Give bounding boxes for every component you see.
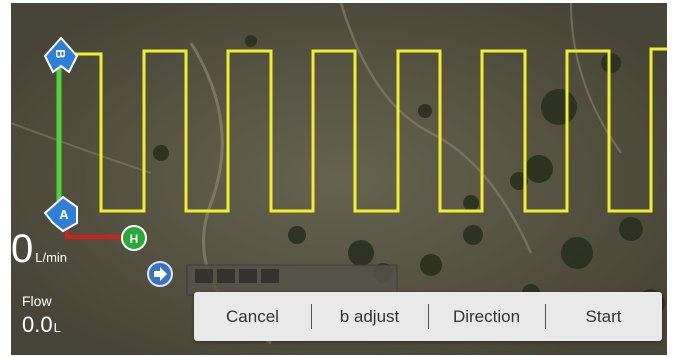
marker-a-label: A [59,207,69,222]
flow-label: Flow [22,293,52,309]
marker-b[interactable]: B [41,36,81,80]
flow-value-number: 0.0 [22,312,53,337]
map-view[interactable]: B A H 0 L/min Flow 0.0L Cancel b adjust D… [11,3,667,355]
spray-route [63,47,667,213]
start-button[interactable]: Start [545,292,662,341]
b-adjust-button[interactable]: b adjust [311,292,428,341]
flow-value: 0.0L [22,312,61,338]
flow-rate: 0 L/min [11,229,67,269]
flow-rate-unit: L/min [35,250,68,265]
navigate-icon[interactable] [146,260,174,288]
action-bar: Cancel b adjust Direction Start [194,292,662,341]
marker-home[interactable]: H [120,224,148,252]
marker-home-label: H [130,232,139,246]
flow-rate-value: 0 [11,227,34,271]
direction-button[interactable]: Direction [428,292,545,341]
cancel-button[interactable]: Cancel [194,292,311,341]
marker-b-label: B [53,49,68,58]
flow-value-unit: L [53,320,61,335]
